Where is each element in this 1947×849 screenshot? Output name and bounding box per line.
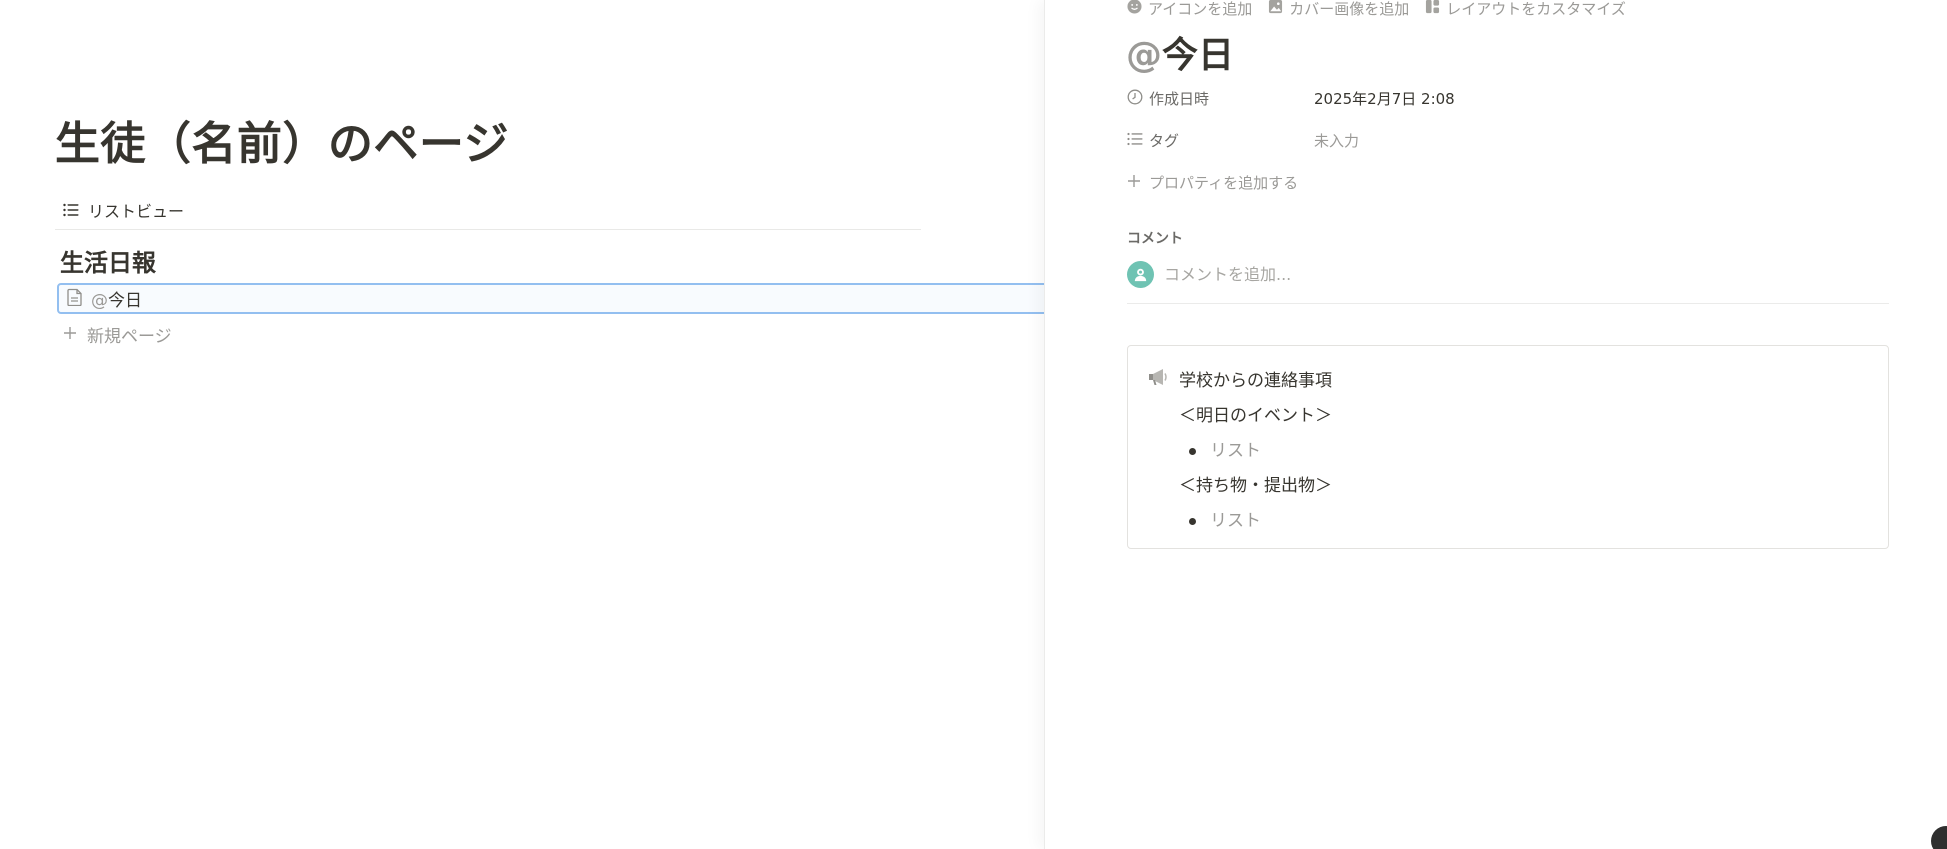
comment-heading: コメント (1127, 231, 1183, 247)
add-cover-label: カバー画像を追加 (1289, 0, 1410, 18)
mention-prefix: @ (91, 291, 108, 311)
page-actions: アイコンを追加 カバー画像を追加 レイアウトをカスタマイズ (1127, 0, 1626, 19)
add-property-button[interactable]: プロパティを追加する (1127, 172, 1298, 193)
tab-list-view[interactable]: リストビュー (63, 198, 184, 222)
section-heading-items: ＜持ち物・提出物＞ (1179, 476, 1332, 496)
avatar (1127, 261, 1154, 288)
property-name-label: タグ (1149, 132, 1180, 150)
bullet-text: リスト (1210, 511, 1261, 531)
plus-icon (63, 325, 77, 345)
main-page: 生徒（名前）のページ リストビュー 生活日報 @今日 新規ページ (0, 0, 1057, 849)
new-page-label: 新規ページ (87, 327, 172, 347)
add-property-label: プロパティを追加する (1149, 174, 1299, 192)
clock-icon (1127, 89, 1143, 109)
peek-panel: アイコンを追加 カバー画像を追加 レイアウトをカスタマイズ @今日 作成日時 2… (1044, 0, 1947, 849)
tab-label: リストビュー (88, 202, 185, 221)
row-title-text: 今日 (108, 291, 142, 311)
row-title: @今日 (91, 286, 142, 311)
customize-layout-button[interactable]: レイアウトをカスタマイズ (1425, 0, 1626, 19)
bullet-dot (1189, 448, 1196, 455)
list-item[interactable]: リスト (1179, 434, 1332, 469)
property-name-label: 作成日時 (1149, 90, 1210, 108)
mention-prefix: @ (1126, 35, 1162, 76)
property-value: 2025年2月7日 2:08 (1314, 90, 1455, 108)
megaphone-icon (1147, 367, 1169, 391)
list-item[interactable]: @今日 (57, 283, 1057, 314)
panel-divider (1127, 303, 1889, 304)
list-icon (63, 203, 79, 217)
smiley-icon (1127, 0, 1142, 18)
page-title[interactable]: 生徒（名前）のページ (55, 107, 509, 172)
property-value[interactable]: 未入力 (1314, 130, 1359, 151)
view-divider (55, 229, 921, 230)
page-icon (67, 288, 83, 310)
section-heading-event: ＜明日のイベント＞ (1179, 406, 1332, 426)
customize-layout-label: レイアウトをカスタマイズ (1446, 0, 1626, 18)
property-tag[interactable]: タグ 未入力 (1127, 130, 1359, 151)
database-title[interactable]: 生活日報 (60, 243, 156, 278)
add-icon-label: アイコンを追加 (1148, 0, 1253, 18)
comment-input[interactable] (1164, 265, 1664, 284)
help-button[interactable] (1931, 826, 1947, 849)
list-item[interactable]: リスト (1179, 504, 1332, 539)
callout-heading: 学校からの連絡事項 (1179, 371, 1332, 391)
image-icon (1268, 0, 1283, 18)
property-created-time[interactable]: 作成日時 2025年2月7日 2:08 (1127, 88, 1455, 109)
layout-icon (1425, 0, 1440, 18)
comment-composer (1127, 261, 1664, 288)
add-icon-button[interactable]: アイコンを追加 (1127, 0, 1252, 19)
peek-page-title[interactable]: @今日 (1126, 26, 1234, 78)
peek-title-text: 今日 (1162, 35, 1235, 76)
property-name: タグ (1127, 130, 1314, 151)
bullet-dot (1189, 518, 1196, 525)
new-page-button[interactable]: 新規ページ (63, 322, 172, 347)
add-cover-button[interactable]: カバー画像を追加 (1268, 0, 1409, 19)
plus-icon (1127, 174, 1141, 192)
property-name: 作成日時 (1127, 88, 1314, 109)
callout-content: 学校からの連絡事項 ＜明日のイベント＞ リスト ＜持ち物・提出物＞ リスト (1179, 364, 1332, 539)
callout-block[interactable]: 学校からの連絡事項 ＜明日のイベント＞ リスト ＜持ち物・提出物＞ リスト (1127, 345, 1889, 549)
list-icon (1127, 132, 1143, 150)
bullet-text: リスト (1210, 441, 1261, 461)
